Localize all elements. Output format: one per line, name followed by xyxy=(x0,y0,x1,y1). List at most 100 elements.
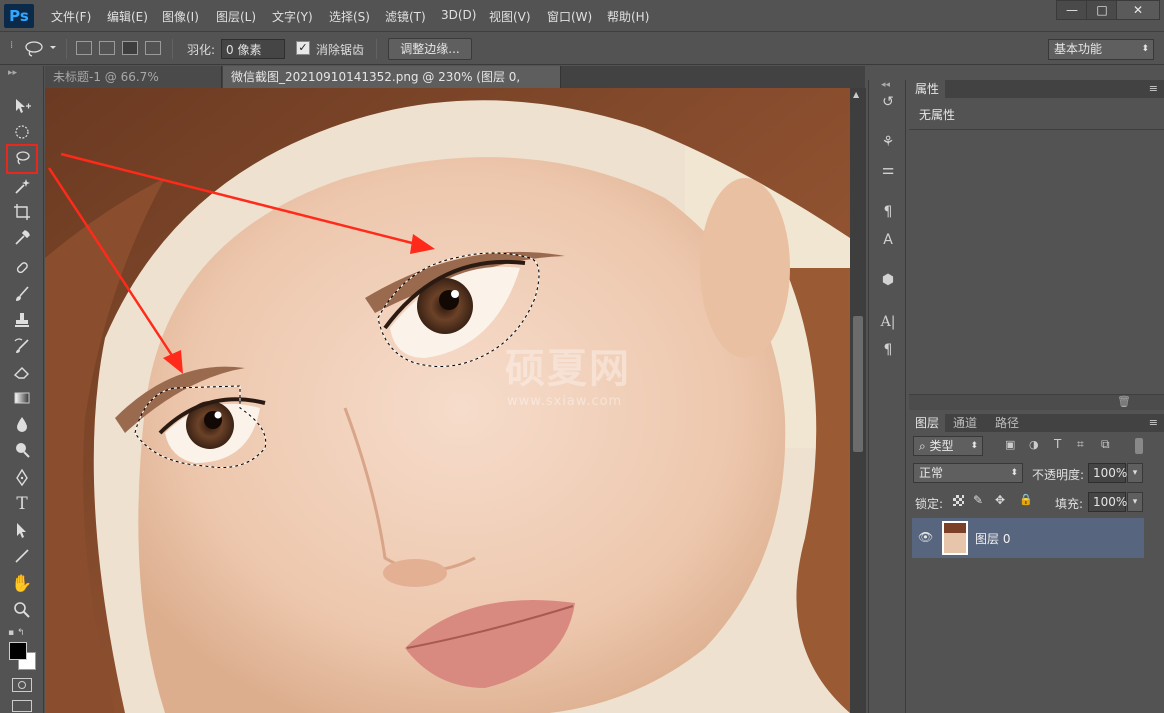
hand-tool-icon[interactable]: ✋ xyxy=(10,572,34,596)
character-panel-icon[interactable]: A| xyxy=(878,312,898,332)
portrait-image xyxy=(45,88,850,713)
brush-panel-icon[interactable]: ⚘ xyxy=(878,132,898,152)
menu-view[interactable]: 视图(V) xyxy=(489,8,531,25)
default-colors-icon[interactable]: ▪ ↰ xyxy=(8,628,25,638)
shape-filter-icon[interactable]: ⌗ xyxy=(1077,437,1084,452)
history-panel-icon[interactable]: ↺ xyxy=(878,92,898,112)
refine-edge-button[interactable]: 调整边缘... xyxy=(388,38,472,60)
filter-toggle[interactable] xyxy=(1135,438,1143,454)
maximize-button[interactable]: □ xyxy=(1086,0,1118,20)
line-tool-icon[interactable] xyxy=(10,544,34,568)
opacity-input[interactable]: 100% xyxy=(1088,463,1127,483)
doc-tab-1[interactable]: 未标题-1 @ 66.7%(RGB/8)× xyxy=(45,66,222,106)
tab-channels[interactable]: 通道 xyxy=(947,414,983,432)
blur-tool-icon[interactable] xyxy=(10,412,34,436)
layer-filter-select[interactable]: ⌕ 类型 ⬍ xyxy=(913,436,983,456)
zoom-tool-icon[interactable] xyxy=(10,598,34,622)
menu-select[interactable]: 选择(S) xyxy=(329,8,370,25)
document-canvas[interactable]: 硕夏网 www.sxiaw.com xyxy=(45,88,850,713)
menu-window[interactable]: 窗口(W) xyxy=(547,8,592,25)
tab-paths[interactable]: 路径 xyxy=(989,414,1025,432)
blend-mode-select[interactable]: 正常 ⬍ xyxy=(913,463,1023,483)
minimize-button[interactable]: — xyxy=(1056,0,1088,20)
workspace-select[interactable]: 基本功能 ⬍ xyxy=(1048,39,1154,60)
menu-layer[interactable]: 图层(L) xyxy=(216,8,256,25)
character-style-panel-icon[interactable]: A xyxy=(878,230,898,250)
scroll-up-icon[interactable]: ▲ xyxy=(853,90,859,99)
crop-tool-icon[interactable] xyxy=(10,200,34,224)
lock-all-icon[interactable]: 🔒 xyxy=(1019,493,1033,506)
options-bar: ⁞ 羽化: ✓ 消除锯齿 调整边缘... 基本功能 ⬍ xyxy=(0,33,1164,65)
new-selection-icon[interactable] xyxy=(76,41,92,55)
layers-tabbar: 图层 通道 路径 ≡ xyxy=(909,414,1164,432)
layer-row[interactable]: 👁 图层 0 xyxy=(912,518,1144,558)
visibility-eye-icon[interactable]: 👁 xyxy=(918,530,933,544)
brush-tool-icon[interactable] xyxy=(10,282,34,306)
collapse-icon[interactable]: ▸▸ xyxy=(8,68,17,78)
close-window-button[interactable]: ✕ xyxy=(1116,0,1160,20)
magic-wand-tool-icon[interactable] xyxy=(10,174,34,198)
fill-input[interactable]: 100% xyxy=(1088,492,1127,512)
workspace-value: 基本功能 xyxy=(1054,42,1103,56)
menu-filter[interactable]: 滤镜(T) xyxy=(385,8,426,25)
opacity-dropdown-icon[interactable]: ▾ xyxy=(1127,463,1143,483)
subtract-selection-icon[interactable] xyxy=(122,41,138,55)
tab-layers[interactable]: 图层 xyxy=(909,414,946,432)
lock-position-icon[interactable]: ✥ xyxy=(995,493,1005,507)
menu-edit[interactable]: 编辑(E) xyxy=(107,8,148,25)
adjust-panel-icon[interactable]: ⚌ xyxy=(878,160,898,180)
foreground-color-swatch[interactable] xyxy=(9,642,27,660)
screen-mode-icon[interactable] xyxy=(12,700,32,712)
lasso-tool-icon[interactable] xyxy=(6,144,38,174)
pen-tool-icon[interactable] xyxy=(10,466,34,490)
type-filter-icon[interactable]: T xyxy=(1054,437,1061,451)
antialias-checkbox[interactable]: ✓ xyxy=(296,41,310,55)
app-logo: Ps xyxy=(4,4,34,28)
collapse-icon[interactable]: ◂◂ xyxy=(881,80,890,90)
eyedropper-tool-icon[interactable] xyxy=(10,226,34,250)
add-selection-icon[interactable] xyxy=(99,41,115,55)
feather-input[interactable] xyxy=(221,39,285,59)
filter-kind-value: 类型 xyxy=(929,439,954,453)
trash-icon[interactable]: 🗑 xyxy=(1117,395,1131,408)
paragraph-panel-icon[interactable]: ¶ xyxy=(878,340,898,360)
stamp-tool-icon[interactable] xyxy=(10,308,34,332)
menu-help[interactable]: 帮助(H) xyxy=(607,8,649,25)
feather-label: 羽化: xyxy=(187,43,216,57)
gradient-tool-icon[interactable] xyxy=(10,386,34,410)
menu-image[interactable]: 图像(I) xyxy=(162,8,199,25)
layer-thumbnail xyxy=(942,521,968,555)
pixel-filter-icon[interactable]: ▣ xyxy=(1005,438,1015,451)
smart-object-filter-icon[interactable]: ⧉ xyxy=(1101,437,1110,452)
history-brush-tool-icon[interactable] xyxy=(10,334,34,358)
scrollbar-thumb[interactable] xyxy=(853,316,863,452)
panel-menu-icon[interactable]: ≡ xyxy=(1149,416,1158,429)
marquee-tool-icon[interactable] xyxy=(10,120,34,144)
menu-type[interactable]: 文字(Y) xyxy=(272,8,313,25)
3d-panel-icon[interactable]: ⬢ xyxy=(878,270,898,290)
menu-3d[interactable]: 3D(D) xyxy=(441,8,476,22)
tab-properties[interactable]: 属性 xyxy=(909,80,946,98)
doc-tab-2[interactable]: 微信截图_20210910141352.png @ 230% (图层 0, RG… xyxy=(223,66,561,106)
path-selection-tool-icon[interactable] xyxy=(10,518,34,542)
fill-dropdown-icon[interactable]: ▾ xyxy=(1127,492,1143,512)
document-tabs: 未标题-1 @ 66.7%(RGB/8)× 微信截图_2021091014135… xyxy=(45,66,865,106)
eraser-tool-icon[interactable] xyxy=(10,360,34,384)
lasso-preset-icon[interactable] xyxy=(22,38,56,61)
intersect-selection-icon[interactable] xyxy=(145,41,161,55)
paragraph-style-panel-icon[interactable]: ¶ xyxy=(878,202,898,222)
lock-pixels-icon[interactable]: ✎ xyxy=(973,493,983,507)
lock-transparency-icon[interactable] xyxy=(953,495,964,506)
properties-tabbar: 属性 ≡ xyxy=(909,80,1164,98)
healing-brush-tool-icon[interactable] xyxy=(10,256,34,280)
blend-mode-value: 正常 xyxy=(919,466,944,480)
quick-mask-icon[interactable] xyxy=(12,678,32,692)
watermark-text: 硕夏网 xyxy=(505,346,631,392)
dodge-tool-icon[interactable] xyxy=(10,438,34,462)
move-tool-icon[interactable] xyxy=(10,94,34,118)
menu-file[interactable]: 文件(F) xyxy=(51,8,91,25)
type-tool-icon[interactable]: T xyxy=(10,492,34,516)
panel-menu-icon[interactable]: ≡ xyxy=(1149,82,1158,95)
opacity-label: 不透明度: xyxy=(1032,468,1085,482)
adjustment-filter-icon[interactable]: ◑ xyxy=(1029,438,1039,451)
